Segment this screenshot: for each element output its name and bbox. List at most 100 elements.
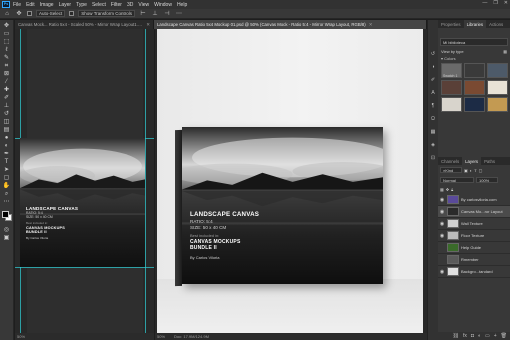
hand-tool-icon[interactable]: ✋: [2, 182, 12, 189]
menu-layer[interactable]: Layer: [59, 2, 72, 8]
visibility-eye-icon[interactable]: ◉: [439, 233, 445, 239]
close-tab-icon[interactable]: ✕: [146, 22, 150, 28]
pen-tool-icon[interactable]: ✒: [2, 150, 12, 157]
move-tool-icon[interactable]: ✥: [15, 10, 23, 17]
healing-brush-tool-icon[interactable]: ✚: [2, 86, 12, 93]
history-brush-tool-icon[interactable]: ↺: [2, 110, 12, 117]
grid-view-icon[interactable]: ▦: [503, 49, 507, 54]
gradient-tool-icon[interactable]: ▤: [2, 126, 12, 133]
visibility-eye-icon[interactable]: [439, 245, 445, 251]
zoom-level[interactable]: 50%: [17, 334, 25, 339]
show-transform-label[interactable]: Show Transform Controls: [78, 10, 136, 17]
document-size[interactable]: Doc: 17.9M/124.9M: [174, 334, 209, 339]
quick-select-tool-icon[interactable]: ✎: [2, 54, 12, 61]
move-tool-icon[interactable]: ✥: [2, 22, 12, 29]
view-by-select[interactable]: View by type ▦: [438, 48, 510, 55]
quick-mask-icon[interactable]: ◎: [2, 226, 12, 233]
clone-stamp-tool-icon[interactable]: ⊥: [2, 102, 12, 109]
menu-filter[interactable]: Filter: [111, 2, 122, 8]
tab-paths[interactable]: Paths: [481, 157, 498, 165]
crop-tool-icon[interactable]: ⌗: [2, 62, 12, 69]
more-tools-icon[interactable]: ⋯: [2, 198, 12, 205]
layer-row[interactable]: ◉ By carlosviloria.com: [438, 194, 510, 206]
shape-tool-icon[interactable]: ▢: [2, 174, 12, 181]
styles-icon[interactable]: ◈: [429, 141, 437, 148]
more-options-icon[interactable]: ⋯: [175, 10, 183, 17]
visibility-eye-icon[interactable]: ◉: [439, 197, 445, 203]
eyedropper-tool-icon[interactable]: ⁄: [2, 78, 12, 85]
align-center-icon[interactable]: ⊥: [151, 10, 159, 17]
eraser-tool-icon[interactable]: ◫: [2, 118, 12, 125]
menu-image[interactable]: Image: [40, 2, 54, 8]
guide-line[interactable]: [15, 267, 154, 268]
delete-layer-icon[interactable]: 🗑︎: [501, 333, 507, 339]
new-adjustment-icon[interactable]: ◐: [478, 333, 481, 339]
paragraph-icon[interactable]: ¶: [429, 102, 437, 109]
type-tool-icon[interactable]: T: [2, 158, 12, 165]
visibility-eye-icon[interactable]: ◉: [439, 269, 445, 275]
new-layer-icon[interactable]: +: [494, 333, 497, 339]
color-swatch[interactable]: [441, 80, 462, 95]
adjustments-icon[interactable]: ◑: [429, 63, 437, 70]
color-swatch[interactable]: [487, 97, 508, 112]
maximize-button[interactable]: ❐: [493, 0, 497, 6]
color-swatch[interactable]: Swatch 1: [441, 63, 462, 78]
menu-view[interactable]: View: [138, 2, 149, 8]
add-style-icon[interactable]: fx: [463, 333, 467, 339]
artwork-image[interactable]: LANDSCAPE CANVAS RATIO: 5:4 SIZE: 50 x 4…: [20, 138, 145, 267]
lock-pixels-icon[interactable]: ▦: [440, 187, 444, 192]
filter-type-icon[interactable]: T: [474, 168, 476, 173]
color-swatches[interactable]: [1, 210, 13, 222]
auto-select-label[interactable]: Auto-Select: [36, 10, 66, 17]
brush-tool-icon[interactable]: ✐: [2, 94, 12, 101]
history-icon[interactable]: ↺: [429, 50, 437, 57]
opacity-field[interactable]: 100%: [476, 177, 498, 183]
layer-row[interactable]: Rmember: [438, 254, 510, 266]
navigator-icon[interactable]: ⊡: [429, 154, 437, 161]
color-swatch[interactable]: [487, 80, 508, 95]
glyphs-icon[interactable]: Ω: [429, 115, 437, 122]
add-mask-icon[interactable]: ◘: [471, 333, 474, 339]
menu-window[interactable]: Window: [154, 2, 172, 8]
artboard-tool-icon[interactable]: ▭: [2, 30, 12, 37]
filter-kind-select[interactable]: ⌕ Kind: [440, 167, 462, 173]
tab-canvas-mock-psb[interactable]: Canvas Mock... Ratio 5x4 - Scaled 50% - …: [15, 20, 154, 29]
filter-pixel-icon[interactable]: ▣: [464, 168, 468, 173]
menu-edit[interactable]: Edit: [26, 2, 35, 8]
home-icon[interactable]: ⌂: [3, 10, 11, 17]
canvas-artwork[interactable]: LANDSCAPE CANVAS RATIO: 5:4 SIZE: 50 x 4…: [182, 127, 383, 284]
align-right-icon[interactable]: ⊣: [163, 10, 171, 17]
color-swatch[interactable]: [487, 63, 508, 78]
frame-tool-icon[interactable]: ⊠: [2, 70, 12, 77]
visibility-eye-icon[interactable]: ◉: [439, 221, 445, 227]
layer-row[interactable]: ◉ Backgro...tandard: [438, 266, 510, 278]
foreground-color-swatch[interactable]: [1, 211, 9, 218]
tab-actions[interactable]: Actions: [486, 20, 506, 28]
zoom-tool-icon[interactable]: ⌕: [2, 190, 12, 197]
close-tab-icon[interactable]: ✕: [369, 22, 373, 28]
visibility-eye-icon[interactable]: ◉: [439, 209, 445, 215]
new-group-icon[interactable]: ▭: [485, 333, 490, 339]
minimize-button[interactable]: —: [482, 0, 487, 6]
menu-file[interactable]: File: [13, 2, 21, 8]
layer-row[interactable]: Help Guide: [438, 242, 510, 254]
layer-row[interactable]: ◉ Canvas Mo...ror Layout: [438, 206, 510, 218]
document-window-right[interactable]: LANDSCAPE CANVAS RATIO: 5:4 SIZE: 50 x 4…: [155, 29, 427, 333]
tab-landscape-canvas-psd[interactable]: Landscape Canvas Ratio 5x4 Mockup 01.psd…: [154, 20, 427, 29]
document-window-left[interactable]: LANDSCAPE CANVAS RATIO: 5:4 SIZE: 50 x 4…: [15, 29, 154, 333]
filter-adjust-icon[interactable]: ◐: [470, 168, 472, 173]
menu-help[interactable]: Help: [177, 2, 187, 8]
tab-properties[interactable]: Properties: [438, 20, 464, 28]
color-swatch[interactable]: [441, 97, 462, 112]
color-swatch[interactable]: [464, 80, 485, 95]
menu-3d[interactable]: 3D: [127, 2, 133, 8]
layer-row[interactable]: ◉ Wall Texture: [438, 218, 510, 230]
tab-channels[interactable]: Channels: [438, 157, 462, 165]
link-layers-icon[interactable]: ⛓︎: [453, 333, 459, 339]
character-icon[interactable]: A: [429, 89, 437, 96]
visibility-eye-icon[interactable]: [439, 257, 445, 263]
path-select-tool-icon[interactable]: ➤: [2, 166, 12, 173]
align-left-icon[interactable]: ⊢: [139, 10, 147, 17]
marquee-tool-icon[interactable]: ⬚: [2, 38, 12, 45]
lock-all-icon[interactable]: 🔒︎: [451, 187, 453, 192]
